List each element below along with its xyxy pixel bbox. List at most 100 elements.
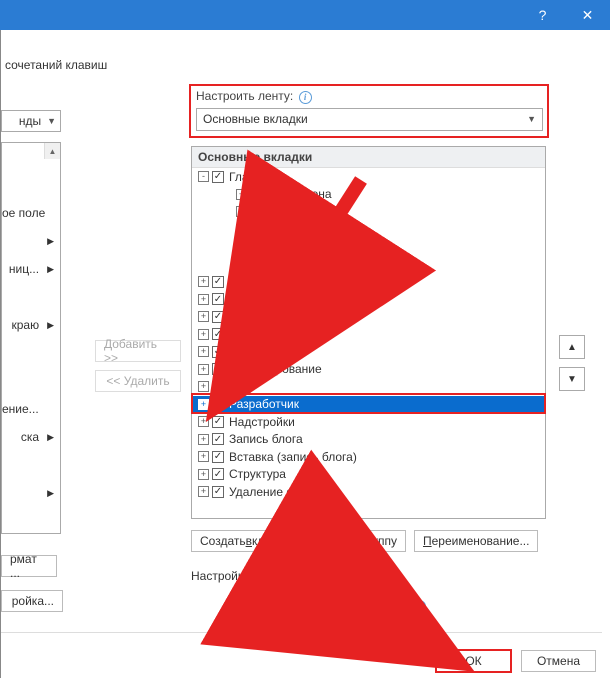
- list-item[interactable]: [2, 283, 60, 311]
- tree-row-label: Удаление фона: [229, 485, 316, 499]
- ribbon-scope-combo[interactable]: Основные вкладки ▼: [196, 108, 543, 131]
- move-down-button[interactable]: ▼: [559, 367, 585, 391]
- expand-icon[interactable]: +: [198, 311, 209, 322]
- tree-row[interactable]: +Редактирование: [192, 256, 545, 274]
- expand-icon[interactable]: +: [236, 206, 247, 217]
- expand-icon[interactable]: +: [198, 451, 209, 462]
- info-icon[interactable]: i: [299, 91, 312, 104]
- tree-row[interactable]: +Рассылки: [192, 343, 545, 361]
- tree-row-label: Вставка (запись блога): [229, 450, 357, 464]
- tree-row[interactable]: +Структура: [192, 466, 545, 484]
- tree-row-label: Вставка: [229, 275, 274, 289]
- tree-row[interactable]: +Шрифт: [192, 203, 545, 221]
- customize-button[interactable]: ройка...: [1, 590, 63, 612]
- list-item[interactable]: ение...: [2, 395, 60, 423]
- expand-icon[interactable]: +: [198, 346, 209, 357]
- list-item[interactable]: ▶: [2, 479, 60, 507]
- checkbox[interactable]: [212, 433, 224, 445]
- tree-row[interactable]: +Дизайн: [192, 291, 545, 309]
- tree-row[interactable]: +Абзац: [192, 221, 545, 239]
- tree-row[interactable]: + Запись блога: [192, 431, 545, 449]
- checkbox[interactable]: [212, 398, 224, 410]
- expand-icon[interactable]: +: [198, 486, 209, 497]
- checkbox[interactable]: [212, 486, 224, 498]
- tree-row[interactable]: -Главная: [192, 168, 545, 186]
- tree-row[interactable]: + Вставка (запись блога): [192, 448, 545, 466]
- format-button[interactable]: рмат ...: [1, 555, 57, 577]
- cancel-button[interactable]: Отмена: [521, 650, 596, 672]
- tree-row[interactable]: +Стили: [192, 238, 545, 256]
- expand-icon[interactable]: +: [198, 434, 209, 445]
- checkbox[interactable]: [212, 381, 224, 393]
- list-item[interactable]: ска▶: [2, 423, 60, 451]
- left-combo[interactable]: нды ▼: [1, 110, 61, 132]
- checkbox[interactable]: [212, 171, 224, 183]
- list-item[interactable]: [2, 339, 60, 367]
- checkbox[interactable]: [212, 346, 224, 358]
- tree-row[interactable]: + Макет: [192, 308, 545, 326]
- expand-icon[interactable]: +: [198, 294, 209, 305]
- list-item[interactable]: ниц...▶: [2, 255, 60, 283]
- ribbon-tabs-tree[interactable]: Основные вкладки -Главная+Буфер обмена+Ш…: [191, 146, 546, 519]
- list-item[interactable]: ▶: [2, 227, 60, 255]
- scrollbar-up-icon[interactable]: ▲: [44, 143, 60, 159]
- checkbox[interactable]: [212, 468, 224, 480]
- titlebar: ? ✕: [0, 0, 610, 30]
- expand-icon[interactable]: +: [198, 329, 209, 340]
- reset-button[interactable]: Сброс ▼: [263, 565, 334, 587]
- checkbox[interactable]: [212, 451, 224, 463]
- expand-icon[interactable]: +: [198, 381, 209, 392]
- expand-icon[interactable]: +: [236, 259, 247, 270]
- chevron-down-icon: ▼: [527, 114, 536, 124]
- left-commands-listbox[interactable]: ▲ ое поле▶ниц...▶краю▶ение...ска▶▶: [1, 142, 61, 534]
- remove-button[interactable]: << Удалить: [95, 370, 181, 392]
- tree-row-label: Запись блога: [229, 432, 303, 446]
- import-export-button[interactable]: Импорт и экспорт ▼: [271, 595, 405, 617]
- expand-icon[interactable]: +: [236, 189, 247, 200]
- tree-row-label: Абзац: [250, 222, 284, 236]
- expand-icon[interactable]: +: [198, 276, 209, 287]
- tree-row[interactable]: +Рецензирование: [192, 361, 545, 379]
- tree-row-label: Шрифт: [250, 205, 289, 219]
- tree-row-label: Макет: [229, 310, 263, 324]
- expand-icon[interactable]: +: [198, 416, 209, 427]
- help-button[interactable]: ?: [520, 0, 565, 30]
- close-button[interactable]: ✕: [565, 0, 610, 30]
- checkbox[interactable]: [212, 293, 224, 305]
- list-item[interactable]: [2, 367, 60, 395]
- tree-row[interactable]: + Удаление фона: [192, 483, 545, 501]
- info-icon[interactable]: i: [413, 600, 426, 613]
- expand-icon[interactable]: +: [236, 241, 247, 252]
- list-item[interactable]: [2, 451, 60, 479]
- settings-label: Настройки:: [191, 569, 253, 583]
- expand-icon[interactable]: +: [198, 469, 209, 480]
- expand-icon[interactable]: +: [198, 399, 209, 410]
- tree-row[interactable]: +Разработчик: [192, 396, 545, 414]
- tree-row[interactable]: +Надстройки: [192, 413, 545, 431]
- list-item[interactable]: ое поле: [2, 199, 60, 227]
- tree-row[interactable]: + Вставка: [192, 273, 545, 291]
- tree-row[interactable]: +Вид: [192, 378, 545, 396]
- checkbox[interactable]: [212, 311, 224, 323]
- tree-row[interactable]: +Буфер обмена: [192, 186, 545, 204]
- rename-button[interactable]: Переименование...: [414, 530, 539, 552]
- expand-icon[interactable]: -: [198, 171, 209, 182]
- new-tab-button[interactable]: Создать вкладку: [191, 530, 298, 552]
- checkbox[interactable]: [212, 363, 224, 375]
- list-item[interactable]: [2, 171, 60, 199]
- new-group-button[interactable]: Создать группу: [306, 530, 406, 552]
- info-icon[interactable]: i: [346, 570, 359, 583]
- add-button[interactable]: Добавить >>: [95, 340, 181, 362]
- expand-icon[interactable]: +: [236, 224, 247, 235]
- submenu-arrow-icon: ▶: [47, 320, 54, 331]
- checkbox[interactable]: [212, 276, 224, 288]
- checkbox[interactable]: [212, 328, 224, 340]
- move-up-button[interactable]: ▲: [559, 335, 585, 359]
- checkbox[interactable]: [212, 416, 224, 428]
- tree-row[interactable]: +Ссылки: [192, 326, 545, 344]
- list-item[interactable]: краю▶: [2, 311, 60, 339]
- tree-row-label: Буфер обмена: [250, 187, 332, 201]
- expand-icon[interactable]: +: [198, 364, 209, 375]
- ok-button[interactable]: ОК: [436, 650, 511, 672]
- configure-ribbon-label: Настроить ленту:: [196, 89, 293, 103]
